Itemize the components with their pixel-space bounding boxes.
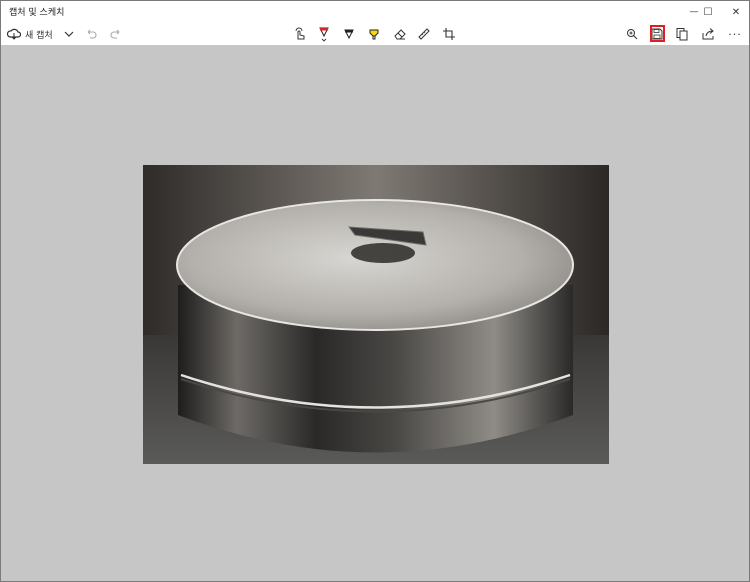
highlighter-button[interactable] <box>364 23 384 45</box>
crop-icon <box>442 27 456 41</box>
share-button[interactable] <box>698 23 718 45</box>
close-button[interactable]: ✕ <box>721 1 750 23</box>
maximize-icon: ☐ <box>703 6 713 18</box>
ballpoint-pen-button[interactable] <box>314 23 334 45</box>
new-capture-button[interactable]: 새 캡처 <box>7 23 57 45</box>
more-icon: ··· <box>728 27 742 41</box>
chevron-down-icon <box>64 30 74 38</box>
undo-button[interactable] <box>81 23 101 45</box>
app-title: 캡처 및 스케치 <box>9 8 65 18</box>
ballpoint-pen-icon <box>317 26 331 42</box>
pencil-button[interactable] <box>339 23 359 45</box>
pencil-icon <box>342 27 356 41</box>
share-icon <box>701 27 715 41</box>
save-highlight-box <box>650 25 665 42</box>
crop-button[interactable] <box>439 23 459 45</box>
ruler-button[interactable] <box>414 23 434 45</box>
undo-icon <box>85 28 97 40</box>
redo-button[interactable] <box>106 23 126 45</box>
touch-writing-icon <box>293 27 307 41</box>
new-capture-label: 새 캡처 <box>25 30 53 41</box>
zoom-button[interactable] <box>622 23 642 45</box>
copy-icon <box>675 27 689 41</box>
ruler-icon <box>417 27 431 41</box>
zoom-icon <box>625 27 639 41</box>
app-window: 캡처 및 스케치 — ☐ ✕ 새 캡처 ··· <box>0 0 750 582</box>
maximize-button[interactable]: ☐ <box>693 1 723 23</box>
close-icon: ✕ <box>731 6 741 18</box>
highlighter-icon <box>367 27 381 41</box>
new-capture-icon <box>7 27 21 41</box>
capture-canvas[interactable] <box>1 45 749 581</box>
copy-button[interactable] <box>672 23 692 45</box>
title-bar: 캡처 및 스케치 — ☐ ✕ <box>1 1 749 23</box>
more-button[interactable]: ··· <box>725 23 745 45</box>
eraser-button[interactable] <box>390 23 410 45</box>
new-capture-dropdown[interactable] <box>59 23 79 45</box>
touch-writing-button[interactable] <box>290 23 310 45</box>
toolbar: 새 캡처 ··· <box>1 23 749 45</box>
captured-image <box>143 165 609 464</box>
redo-icon <box>110 28 122 40</box>
eraser-icon <box>393 27 407 41</box>
